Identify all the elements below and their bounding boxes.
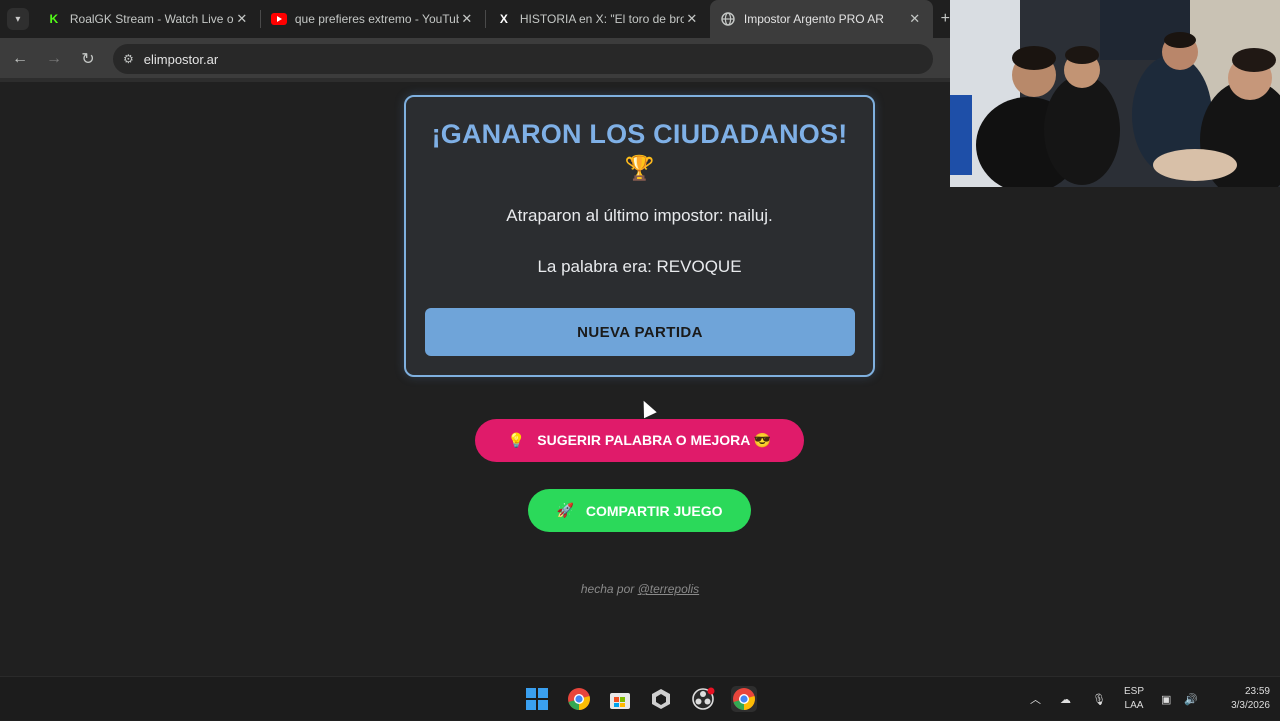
browser-toolbar: ← → ↻ ⚙ elimpostor.ar (0, 38, 950, 80)
language-code: ESP (1124, 686, 1145, 697)
tab-search-dropdown-icon[interactable]: ▾ (7, 8, 29, 30)
forward-arrow-icon[interactable]: → (37, 50, 71, 68)
x-icon: X (499, 12, 508, 26)
result-title: ¡GANARON LOS CIUDADANOS! (431, 119, 848, 149)
result-card: ¡GANARON LOS CIUDADANOS! 🏆 Atraparon al … (404, 95, 875, 377)
address-bar[interactable]: ⚙ elimpostor.ar (113, 44, 933, 74)
input-language[interactable]: ESP LAA (1124, 685, 1144, 713)
url-text: elimpostor.ar (143, 51, 219, 67)
suggest-word-label: SUGERIR PALABRA O MEJORA 😎 (537, 432, 771, 449)
new-tab-icon[interactable]: + (941, 10, 950, 28)
kick-icon: K (49, 12, 59, 26)
windows-taskbar: ︿ ☁ 🎙 ESP LAA ▣ 🔊 23:59 3/3/2026 (0, 676, 1280, 720)
close-icon[interactable]: ✕ (684, 11, 700, 27)
tab-roalgk[interactable]: K RoalGK Stream - Watch Live on ✕ (36, 0, 260, 38)
credit-prefix: hecha por (580, 582, 635, 596)
youtube-icon (270, 11, 287, 27)
back-arrow-icon[interactable]: ← (3, 50, 37, 68)
tab-title: Impostor Argento PRO AR (743, 12, 884, 26)
caught-impostor-text: Atraparon al último impostor: nailuj. (506, 206, 773, 225)
credit-handle-link[interactable]: @terrepolis (638, 582, 700, 596)
rocket-icon: 🚀 (556, 502, 574, 518)
tab-title: que prefieres extremo - YouTub (294, 12, 459, 26)
close-icon[interactable]: ✕ (459, 11, 475, 27)
volume-icon[interactable]: 🔊 (1184, 677, 1198, 721)
site-settings-icon[interactable]: ⚙ (123, 52, 134, 66)
reload-icon[interactable]: ↻ (71, 49, 105, 69)
globe-icon (720, 11, 736, 27)
suggest-word-button[interactable]: 💡 SUGERIR PALABRA O MEJORA 😎 (475, 419, 804, 462)
microsoft-store-icon[interactable] (607, 686, 633, 712)
toolbar-divider (0, 78, 950, 82)
unity-hub-icon[interactable] (648, 686, 674, 712)
tab-title: HISTORIA en X: "El toro de bron (519, 12, 684, 26)
tab-title: RoalGK Stream - Watch Live on (69, 12, 234, 26)
show-hidden-icons-chevron-icon[interactable]: ︿ (1030, 677, 1041, 721)
clock-date: 3/3/2026 (1231, 700, 1270, 711)
chrome-icon[interactable] (566, 686, 592, 712)
keyboard-layout: LAA (1124, 700, 1144, 711)
lightbulb-icon: 💡 (507, 432, 526, 448)
trophy-icon: 🏆 (624, 155, 655, 182)
close-icon[interactable]: ✕ (234, 11, 250, 27)
network-icon[interactable]: ▣ (1161, 677, 1171, 721)
onedrive-icon[interactable]: ☁ (1060, 677, 1071, 721)
suggest-label-text: SUGERIR PALABRA O MEJORA (537, 432, 750, 448)
tab-impostor[interactable]: Impostor Argento PRO AR ✕ (709, 0, 933, 38)
system-clock[interactable]: 23:59 3/3/2026 (1206, 685, 1270, 713)
cool-face-icon: 😎 (753, 432, 772, 448)
microphone-icon[interactable]: 🎙 (1092, 677, 1106, 721)
tab-x[interactable]: X HISTORIA en X: "El toro de bron ✕ (486, 0, 710, 38)
share-game-button[interactable]: 🚀 COMPARTIR JUEGO (528, 489, 751, 532)
share-game-label: COMPARTIR JUEGO (585, 502, 723, 519)
obs-icon[interactable] (690, 686, 716, 712)
webcam-overlay (950, 0, 1280, 187)
secret-word-text: La palabra era: REVOQUE (537, 257, 742, 276)
close-icon[interactable]: ✕ (907, 11, 923, 27)
chrome-active-icon[interactable] (731, 686, 757, 712)
windows-start-icon[interactable] (524, 686, 550, 712)
mouse-cursor-icon (637, 397, 657, 419)
tab-youtube[interactable]: que prefieres extremo - YouTub ✕ (261, 0, 485, 38)
footer-credit: hecha por @terrepolis (0, 582, 1280, 596)
clock-time: 23:59 (1244, 686, 1270, 697)
tab-strip: ▾ K RoalGK Stream - Watch Live on ✕ que … (0, 0, 950, 38)
new-game-button[interactable]: NUEVA PARTIDA (425, 308, 855, 356)
